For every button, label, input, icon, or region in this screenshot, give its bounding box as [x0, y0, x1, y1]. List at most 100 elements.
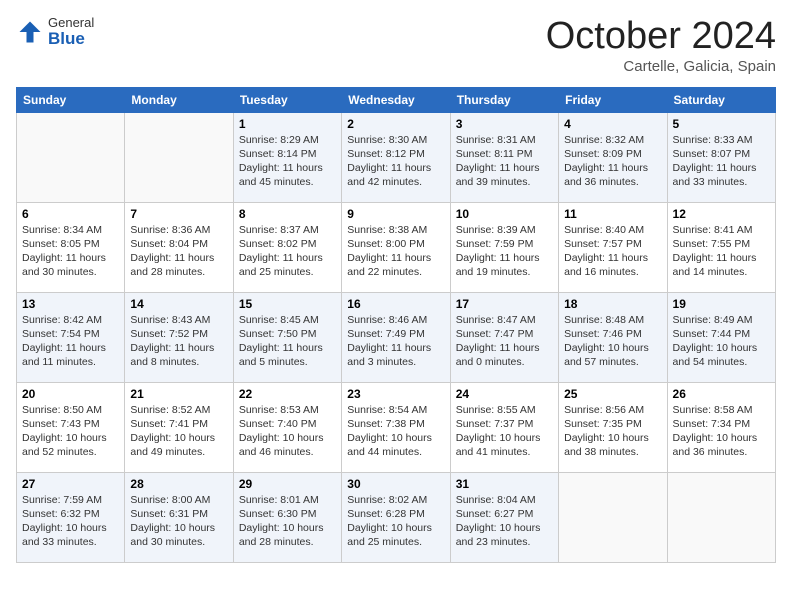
day-info: Sunrise: 8:32 AMSunset: 8:09 PMDaylight:… [564, 133, 661, 190]
location: Cartelle, Galicia, Spain [546, 58, 776, 75]
col-sunday: Sunday [17, 87, 125, 112]
logo: General Blue [16, 16, 94, 49]
day-info: Sunrise: 8:58 AMSunset: 7:34 PMDaylight:… [673, 403, 770, 460]
day-cell: 25 Sunrise: 8:56 AMSunset: 7:35 PMDayligh… [559, 382, 667, 472]
day-number: 12 [673, 207, 770, 221]
day-cell: 2 Sunrise: 8:30 AMSunset: 8:12 PMDaylight… [342, 112, 450, 202]
day-number: 11 [564, 207, 661, 221]
day-info: Sunrise: 8:50 AMSunset: 7:43 PMDaylight:… [22, 403, 119, 460]
day-info: Sunrise: 8:54 AMSunset: 7:38 PMDaylight:… [347, 403, 444, 460]
day-number: 26 [673, 387, 770, 401]
day-cell [125, 112, 233, 202]
day-cell: 28 Sunrise: 8:00 AMSunset: 6:31 PMDayligh… [125, 472, 233, 562]
col-wednesday: Wednesday [342, 87, 450, 112]
day-number: 24 [456, 387, 553, 401]
day-cell: 4 Sunrise: 8:32 AMSunset: 8:09 PMDaylight… [559, 112, 667, 202]
day-cell: 6 Sunrise: 8:34 AMSunset: 8:05 PMDaylight… [17, 202, 125, 292]
week-row-4: 27 Sunrise: 7:59 AMSunset: 6:32 PMDayligh… [17, 472, 776, 562]
day-number: 20 [22, 387, 119, 401]
day-info: Sunrise: 8:46 AMSunset: 7:49 PMDaylight:… [347, 313, 444, 370]
day-number: 4 [564, 117, 661, 131]
day-number: 13 [22, 297, 119, 311]
logo-icon [16, 18, 44, 46]
col-monday: Monday [125, 87, 233, 112]
day-info: Sunrise: 8:45 AMSunset: 7:50 PMDaylight:… [239, 313, 336, 370]
day-number: 17 [456, 297, 553, 311]
day-info: Sunrise: 8:49 AMSunset: 7:44 PMDaylight:… [673, 313, 770, 370]
day-cell: 21 Sunrise: 8:52 AMSunset: 7:41 PMDayligh… [125, 382, 233, 472]
day-info: Sunrise: 8:30 AMSunset: 8:12 PMDaylight:… [347, 133, 444, 190]
day-info: Sunrise: 8:31 AMSunset: 8:11 PMDaylight:… [456, 133, 553, 190]
day-cell: 20 Sunrise: 8:50 AMSunset: 7:43 PMDayligh… [17, 382, 125, 472]
day-info: Sunrise: 8:01 AMSunset: 6:30 PMDaylight:… [239, 493, 336, 550]
week-row-1: 6 Sunrise: 8:34 AMSunset: 8:05 PMDaylight… [17, 202, 776, 292]
day-info: Sunrise: 8:52 AMSunset: 7:41 PMDaylight:… [130, 403, 227, 460]
day-number: 6 [22, 207, 119, 221]
week-row-2: 13 Sunrise: 8:42 AMSunset: 7:54 PMDayligh… [17, 292, 776, 382]
day-info: Sunrise: 8:37 AMSunset: 8:02 PMDaylight:… [239, 223, 336, 280]
day-info: Sunrise: 8:41 AMSunset: 7:55 PMDaylight:… [673, 223, 770, 280]
day-info: Sunrise: 8:53 AMSunset: 7:40 PMDaylight:… [239, 403, 336, 460]
day-cell: 17 Sunrise: 8:47 AMSunset: 7:47 PMDayligh… [450, 292, 558, 382]
day-number: 2 [347, 117, 444, 131]
day-cell: 19Sunrise: 8:49 AMSunset: 7:44 PMDayligh… [667, 292, 775, 382]
day-info: Sunrise: 8:47 AMSunset: 7:47 PMDaylight:… [456, 313, 553, 370]
day-info: Sunrise: 8:42 AMSunset: 7:54 PMDaylight:… [22, 313, 119, 370]
day-cell: 12 Sunrise: 8:41 AMSunset: 7:55 PMDayligh… [667, 202, 775, 292]
day-cell: 8Sunrise: 8:37 AMSunset: 8:02 PMDaylight… [233, 202, 341, 292]
month-title: October 2024 [546, 16, 776, 58]
day-info: Sunrise: 8:02 AMSunset: 6:28 PMDaylight:… [347, 493, 444, 550]
day-number: 30 [347, 477, 444, 491]
col-saturday: Saturday [667, 87, 775, 112]
calendar-body: 1 Sunrise: 8:29 AMSunset: 8:14 PMDaylight… [17, 112, 776, 562]
col-thursday: Thursday [450, 87, 558, 112]
day-number: 27 [22, 477, 119, 491]
day-number: 23 [347, 387, 444, 401]
day-number: 22 [239, 387, 336, 401]
day-number: 1 [239, 117, 336, 131]
day-cell: 5 Sunrise: 8:33 AMSunset: 8:07 PMDaylight… [667, 112, 775, 202]
day-cell [559, 472, 667, 562]
day-info: Sunrise: 8:00 AMSunset: 6:31 PMDaylight:… [130, 493, 227, 550]
day-number: 16 [347, 297, 444, 311]
day-cell: 16 Sunrise: 8:46 AMSunset: 7:49 PMDayligh… [342, 292, 450, 382]
day-info: Sunrise: 8:29 AMSunset: 8:14 PMDaylight:… [239, 133, 336, 190]
day-cell: 24 Sunrise: 8:55 AMSunset: 7:37 PMDayligh… [450, 382, 558, 472]
day-number: 29 [239, 477, 336, 491]
day-number: 5 [673, 117, 770, 131]
day-number: 21 [130, 387, 227, 401]
day-info: Sunrise: 8:55 AMSunset: 7:37 PMDaylight:… [456, 403, 553, 460]
day-cell: 10Sunrise: 8:39 AMSunset: 7:59 PMDayligh… [450, 202, 558, 292]
day-cell: 11 Sunrise: 8:40 AMSunset: 7:57 PMDayligh… [559, 202, 667, 292]
day-info: Sunrise: 8:39 AMSunset: 7:59 PMDaylight:… [456, 223, 553, 280]
day-number: 14 [130, 297, 227, 311]
day-cell: 3 Sunrise: 8:31 AMSunset: 8:11 PMDaylight… [450, 112, 558, 202]
day-number: 3 [456, 117, 553, 131]
day-number: 28 [130, 477, 227, 491]
day-info: Sunrise: 8:38 AMSunset: 8:00 PMDaylight:… [347, 223, 444, 280]
day-number: 7 [130, 207, 227, 221]
day-info: Sunrise: 8:04 AMSunset: 6:27 PMDaylight:… [456, 493, 553, 550]
col-tuesday: Tuesday [233, 87, 341, 112]
day-cell: 31Sunrise: 8:04 AMSunset: 6:27 PMDayligh… [450, 472, 558, 562]
day-number: 25 [564, 387, 661, 401]
day-cell: 30 Sunrise: 8:02 AMSunset: 6:28 PMDayligh… [342, 472, 450, 562]
day-info: Sunrise: 8:33 AMSunset: 8:07 PMDaylight:… [673, 133, 770, 190]
day-info: Sunrise: 8:36 AMSunset: 8:04 PMDaylight:… [130, 223, 227, 280]
calendar-header: Sunday Monday Tuesday Wednesday Thursday… [17, 87, 776, 112]
day-info: Sunrise: 7:59 AMSunset: 6:32 PMDaylight:… [22, 493, 119, 550]
day-cell: 23 Sunrise: 8:54 AMSunset: 7:38 PMDayligh… [342, 382, 450, 472]
day-number: 9 [347, 207, 444, 221]
day-cell [667, 472, 775, 562]
day-cell: 27 Sunrise: 7:59 AMSunset: 6:32 PMDayligh… [17, 472, 125, 562]
title-block: October 2024 Cartelle, Galicia, Spain [546, 16, 776, 75]
day-info: Sunrise: 8:43 AMSunset: 7:52 PMDaylight:… [130, 313, 227, 370]
calendar-table: Sunday Monday Tuesday Wednesday Thursday… [16, 87, 776, 563]
day-cell: 26 Sunrise: 8:58 AMSunset: 7:34 PMDayligh… [667, 382, 775, 472]
day-cell: 18Sunrise: 8:48 AMSunset: 7:46 PMDayligh… [559, 292, 667, 382]
day-info: Sunrise: 8:34 AMSunset: 8:05 PMDaylight:… [22, 223, 119, 280]
day-info: Sunrise: 8:40 AMSunset: 7:57 PMDaylight:… [564, 223, 661, 280]
day-cell: 13 Sunrise: 8:42 AMSunset: 7:54 PMDayligh… [17, 292, 125, 382]
day-cell: 7 Sunrise: 8:36 AMSunset: 8:04 PMDaylight… [125, 202, 233, 292]
day-info: Sunrise: 8:56 AMSunset: 7:35 PMDaylight:… [564, 403, 661, 460]
